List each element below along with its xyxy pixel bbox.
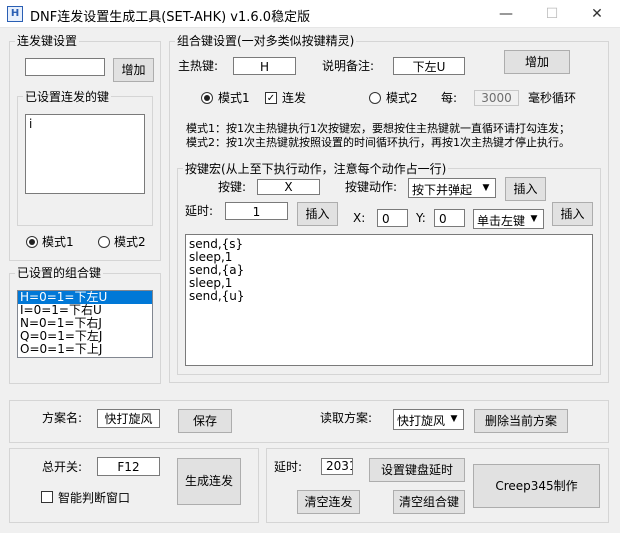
smart-window-label: 智能判断窗口 bbox=[58, 491, 131, 505]
y-label: Y: bbox=[416, 211, 426, 225]
repeat-mode1-radio[interactable] bbox=[26, 236, 38, 248]
save-scheme-button[interactable]: 保存 bbox=[178, 409, 232, 433]
keyboard-delay-input[interactable]: 2031 bbox=[321, 458, 353, 475]
mouse-action-select[interactable]: 单击左键 ▼ bbox=[473, 209, 544, 229]
insert-key-button[interactable]: 插入 bbox=[505, 177, 546, 201]
scheme-name-input[interactable]: 快打旋风 bbox=[97, 409, 160, 428]
macro-delay-input[interactable]: 1 bbox=[225, 202, 288, 220]
x-input[interactable]: 0 bbox=[377, 209, 408, 227]
hotkey-input[interactable]: H bbox=[233, 57, 296, 75]
combo-list-item[interactable]: O=0=1=下上J bbox=[18, 343, 152, 356]
minimize-button[interactable]: — bbox=[483, 0, 529, 28]
main-switch-label: 总开关: bbox=[42, 460, 83, 474]
interval-unit: 毫秒循环 bbox=[528, 91, 577, 105]
insert-delay-button[interactable]: 插入 bbox=[297, 202, 338, 226]
repeat-checkbox[interactable]: ✓ bbox=[265, 92, 277, 104]
every-label: 每: bbox=[441, 91, 458, 105]
key-action-select[interactable]: 按下并弹起 ▼ bbox=[408, 178, 496, 198]
maximize-button[interactable]: ☐ bbox=[529, 0, 575, 28]
chevron-down-icon: ▼ bbox=[450, 414, 458, 424]
title-bar[interactable]: H DNF连发设置生成工具(SET-AHK) v1.6.0稳定版 — ☐ ✕ bbox=[0, 0, 620, 28]
combo-add-button[interactable]: 增加 bbox=[504, 50, 570, 74]
repeat-key-group-title: 连发键设置 bbox=[15, 34, 80, 48]
delete-scheme-button[interactable]: 删除当前方案 bbox=[474, 409, 568, 433]
keyboard-delay-label: 延时: bbox=[274, 460, 303, 474]
close-button[interactable]: ✕ bbox=[574, 0, 620, 28]
hotkey-label: 主热键: bbox=[178, 59, 219, 73]
main-switch-input[interactable]: F12 bbox=[97, 457, 160, 476]
mode2-description: 模式2：按1次主热键就按照设置的时间循环执行，再按1次主热键才停止执行。 bbox=[186, 136, 570, 149]
repeat-mode2-radio[interactable] bbox=[98, 236, 110, 248]
macro-group-title: 按键宏(从上至下执行动作，注意每个动作占一行) bbox=[183, 162, 449, 176]
combo-listbox[interactable]: H=0=1=下左U I=0=1=下右U N=0=1=下右J Q=0=1=下左J O=0=… bbox=[17, 290, 153, 358]
insert-mouse-button[interactable]: 插入 bbox=[552, 202, 593, 226]
combo-list-title: 已设置的组合键 bbox=[15, 266, 104, 280]
macro-key-label: 按键: bbox=[218, 180, 247, 194]
combo-mode1-radio[interactable] bbox=[201, 92, 213, 104]
smart-window-checkbox[interactable] bbox=[41, 491, 53, 503]
window-title: DNF连发设置生成工具(SET-AHK) v1.6.0稳定版 bbox=[30, 10, 311, 25]
repeat-checkbox-label: 连发 bbox=[282, 91, 307, 105]
key-action-label: 按键动作: bbox=[345, 180, 398, 194]
load-scheme-value: 快打旋风 bbox=[397, 414, 446, 428]
combo-mode2-radio[interactable] bbox=[369, 92, 381, 104]
combo-mode1-label: 模式1 bbox=[218, 91, 250, 105]
chevron-down-icon: ▼ bbox=[482, 183, 490, 193]
clear-repeat-button[interactable]: 清空连发 bbox=[297, 490, 360, 514]
repeat-mode1-label: 模式1 bbox=[42, 235, 74, 249]
credit-button[interactable]: Creep345制作 bbox=[473, 464, 600, 508]
repeat-key-line: i bbox=[29, 117, 33, 131]
x-label: X: bbox=[353, 211, 366, 225]
script-line: send,{u} bbox=[189, 289, 245, 303]
key-action-value: 按下并弹起 bbox=[412, 183, 473, 197]
macro-delay-label: 延时: bbox=[185, 204, 214, 218]
macro-script-textarea[interactable]: send,{s} sleep,1 send,{a} sleep,1 send,{u} bbox=[185, 234, 593, 366]
note-input[interactable]: 下左U bbox=[393, 57, 465, 75]
load-scheme-select[interactable]: 快打旋风 ▼ bbox=[393, 409, 464, 430]
app-icon: H bbox=[7, 6, 23, 22]
set-keyboard-delay-button[interactable]: 设置键盘延时 bbox=[369, 458, 465, 482]
clear-combo-button[interactable]: 清空组合键 bbox=[393, 490, 465, 514]
note-label: 说明备注: bbox=[322, 59, 375, 73]
generate-button[interactable]: 生成连发 bbox=[177, 458, 241, 505]
y-input[interactable]: 0 bbox=[434, 209, 465, 227]
mode1-description: 模式1：按1次主热键执行1次按键宏，要想按住主热键就一直循环请打勾连发； bbox=[186, 122, 570, 135]
interval-input[interactable]: 3000 bbox=[474, 90, 519, 106]
set-repeat-keys-title: 已设置连发的键 bbox=[23, 90, 112, 104]
repeat-key-input[interactable] bbox=[25, 58, 105, 76]
combo-settings-title: 组合键设置(一对多类似按键精灵) bbox=[175, 34, 357, 48]
chevron-down-icon: ▼ bbox=[530, 214, 538, 224]
macro-key-input[interactable]: X bbox=[257, 179, 320, 195]
combo-mode2-label: 模式2 bbox=[386, 91, 418, 105]
mouse-action-value: 单击左键 bbox=[477, 214, 526, 228]
load-scheme-label: 读取方案: bbox=[320, 411, 373, 425]
repeat-mode2-label: 模式2 bbox=[114, 235, 146, 249]
repeat-add-button[interactable]: 增加 bbox=[113, 58, 154, 82]
repeat-keys-textarea[interactable]: i bbox=[25, 114, 145, 194]
scheme-name-label: 方案名: bbox=[42, 411, 83, 425]
